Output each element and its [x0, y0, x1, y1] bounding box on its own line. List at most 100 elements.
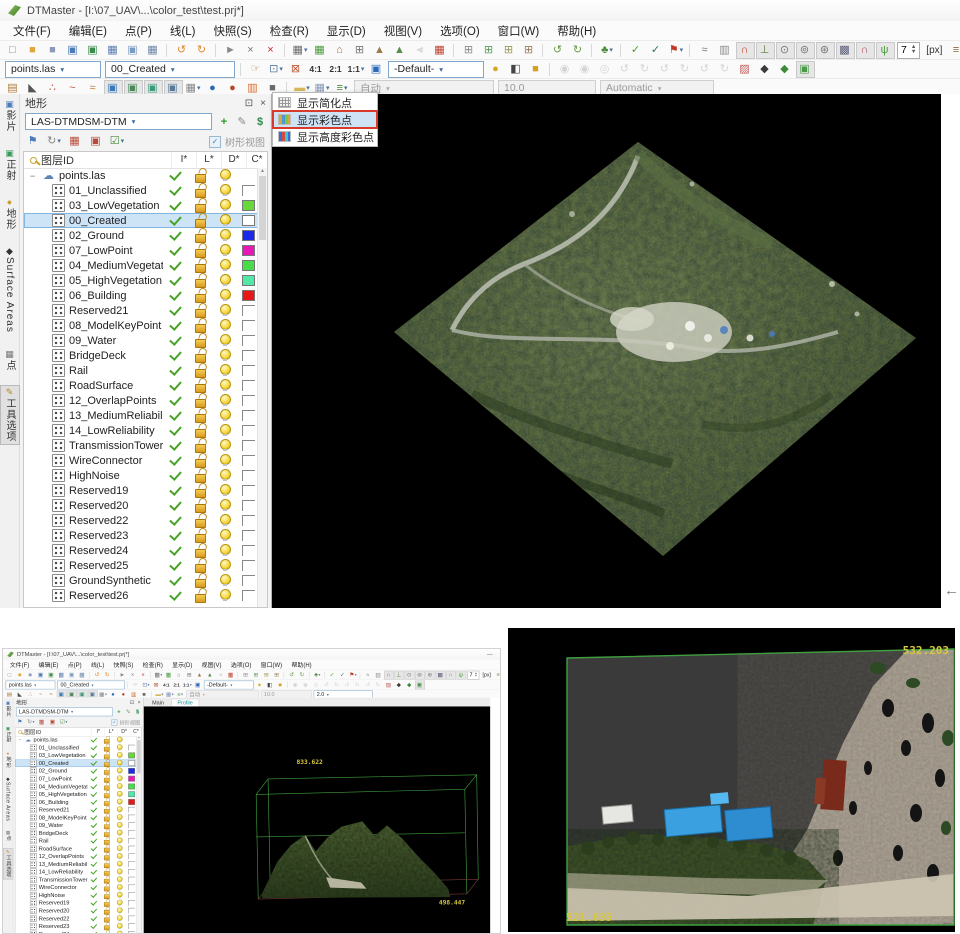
- layer-row[interactable]: 01_Unclassified: [15, 744, 136, 752]
- visible-check-icon[interactable]: [91, 868, 98, 875]
- layer-row[interactable]: 09_Water: [15, 821, 136, 829]
- visible-check-icon[interactable]: [169, 483, 182, 496]
- lock-icon[interactable]: [195, 354, 206, 363]
- save-icon[interactable]: ■: [44, 42, 63, 59]
- visible-check-icon[interactable]: [169, 453, 182, 466]
- curve-red-icon[interactable]: ∩: [736, 42, 755, 59]
- bulb-icon[interactable]: [220, 214, 231, 225]
- bulb-icon[interactable]: [220, 319, 231, 330]
- color-swatch[interactable]: [242, 215, 255, 226]
- bulb-icon[interactable]: [220, 169, 231, 180]
- zoom-1-1-button[interactable]: 1:1▾: [347, 61, 366, 78]
- expander-icon[interactable]: −: [30, 171, 38, 181]
- color-swatch[interactable]: [242, 365, 255, 376]
- layer-row[interactable]: Reserved19: [15, 899, 136, 907]
- color-swatch[interactable]: [242, 575, 255, 586]
- class-combo[interactable]: 00_Created▾: [57, 680, 124, 689]
- bulb-icon[interactable]: [117, 799, 123, 805]
- visible-check-icon[interactable]: [91, 899, 98, 906]
- check-up-icon[interactable]: ✓: [327, 670, 337, 679]
- visible-check-icon[interactable]: [91, 775, 98, 782]
- minimize-button[interactable]: —: [484, 651, 496, 657]
- toolbar-icon[interactable]: [360, 672, 362, 679]
- color-swatch[interactable]: [242, 500, 255, 511]
- bulb-icon[interactable]: [220, 334, 231, 345]
- check-up-icon[interactable]: ✓: [627, 42, 646, 59]
- side-tab[interactable]: ▣影片: [3, 699, 13, 719]
- color-swatch[interactable]: [242, 395, 255, 406]
- bulb-icon[interactable]: [220, 199, 231, 210]
- visible-check-icon[interactable]: [91, 860, 98, 867]
- fence-select-icon[interactable]: ⊠: [287, 61, 306, 78]
- save-tile-icon[interactable]: ▦: [57, 670, 67, 679]
- lock-icon[interactable]: [195, 384, 206, 393]
- visible-check-icon[interactable]: [91, 798, 98, 805]
- menu-item[interactable]: 帮助(H): [548, 22, 605, 40]
- layer-row[interactable]: 12_OverlapPoints: [15, 852, 136, 860]
- export-image-icon[interactable]: ▣: [46, 670, 56, 679]
- lock-icon[interactable]: [195, 189, 206, 198]
- bulb-icon[interactable]: [117, 923, 123, 929]
- color-swatch[interactable]: [128, 791, 135, 797]
- toolbar-icon[interactable]: [549, 63, 552, 76]
- lock-icon[interactable]: [195, 294, 206, 303]
- toolbar-icon[interactable]: [150, 672, 152, 679]
- menu-item[interactable]: 点(P): [116, 22, 161, 40]
- import-image-icon[interactable]: ▣: [36, 670, 46, 679]
- menu-item[interactable]: 文件(F): [5, 660, 34, 669]
- rotate-right-icon[interactable]: ↻: [297, 670, 307, 679]
- delete-all-icon[interactable]: ×: [138, 670, 148, 679]
- snap-a-icon[interactable]: ⊙: [404, 670, 414, 679]
- title-bar[interactable]: DTMaster - [I:\07_UAV\...\color_test\tes…: [3, 649, 500, 660]
- lock-icon[interactable]: [195, 399, 206, 408]
- layer-row[interactable]: Reserved22: [24, 513, 258, 528]
- side-tab[interactable]: ▣正射: [3, 725, 13, 745]
- bulb-icon[interactable]: [220, 454, 231, 465]
- zoom-4-1-button[interactable]: 4:1: [162, 680, 172, 689]
- view-back-icon[interactable]: ◉: [291, 680, 301, 689]
- bulb-icon[interactable]: [117, 736, 123, 742]
- toolbar-icon[interactable]: [238, 672, 240, 679]
- lock-icon[interactable]: [195, 279, 206, 288]
- image-cloud-icon[interactable]: ▣: [124, 42, 143, 59]
- color-swatch[interactable]: [128, 815, 135, 821]
- bulb-icon[interactable]: [220, 184, 231, 195]
- toolbar-icon[interactable]: [324, 672, 326, 679]
- visible-check-icon[interactable]: [91, 759, 98, 766]
- visible-check-icon[interactable]: [169, 183, 182, 196]
- menu-item[interactable]: 线(L): [86, 660, 109, 669]
- add-surface-button[interactable]: +: [216, 114, 232, 129]
- layer-row[interactable]: Rail: [15, 837, 136, 845]
- bulb-icon[interactable]: [220, 589, 231, 600]
- classify-menu-icon[interactable]: ♣▾: [312, 670, 322, 679]
- redo-icon[interactable]: ↻: [193, 42, 212, 59]
- rotate-left-icon[interactable]: ↺: [287, 670, 297, 679]
- menu-item[interactable]: 显示(D): [318, 22, 375, 40]
- lock-icon[interactable]: [195, 219, 206, 228]
- color-swatch[interactable]: [242, 200, 255, 211]
- bulb-icon[interactable]: [220, 439, 231, 450]
- color-swatch[interactable]: [128, 776, 135, 782]
- side-tab[interactable]: ◆Surface Areas: [3, 775, 13, 823]
- visible-check-icon[interactable]: [169, 378, 182, 391]
- side-tab[interactable]: ▣影片: [0, 97, 20, 135]
- zoom-1-1-button[interactable]: 1:1▾: [182, 680, 192, 689]
- fence-grid-icon[interactable]: ⊞: [184, 670, 194, 679]
- new-file-icon[interactable]: □: [5, 670, 15, 679]
- color-swatch[interactable]: [128, 892, 135, 898]
- key-icon[interactable]: ●: [487, 61, 506, 78]
- new-file-icon[interactable]: □: [4, 42, 23, 59]
- toolbar-icon[interactable]: [591, 44, 594, 57]
- reset-view-icon[interactable]: ↻: [373, 680, 383, 689]
- visible-check-icon[interactable]: [169, 408, 182, 421]
- layer-row[interactable]: 04_MediumVegetation: [24, 258, 258, 273]
- layer-row[interactable]: 03_LowVegetation: [15, 752, 136, 760]
- tile-window-icon[interactable]: ▦: [144, 42, 163, 59]
- color-swatch[interactable]: [128, 908, 135, 914]
- accept-points-icon[interactable]: ▦: [311, 42, 330, 59]
- edit-surface-button[interactable]: ✎: [124, 708, 132, 716]
- rotate-z-icon[interactable]: ↺: [342, 680, 352, 689]
- grid-tool-3-icon[interactable]: ⊞: [500, 42, 519, 59]
- color-swatch[interactable]: [242, 440, 255, 451]
- layer-row[interactable]: 01_Unclassified: [24, 183, 258, 198]
